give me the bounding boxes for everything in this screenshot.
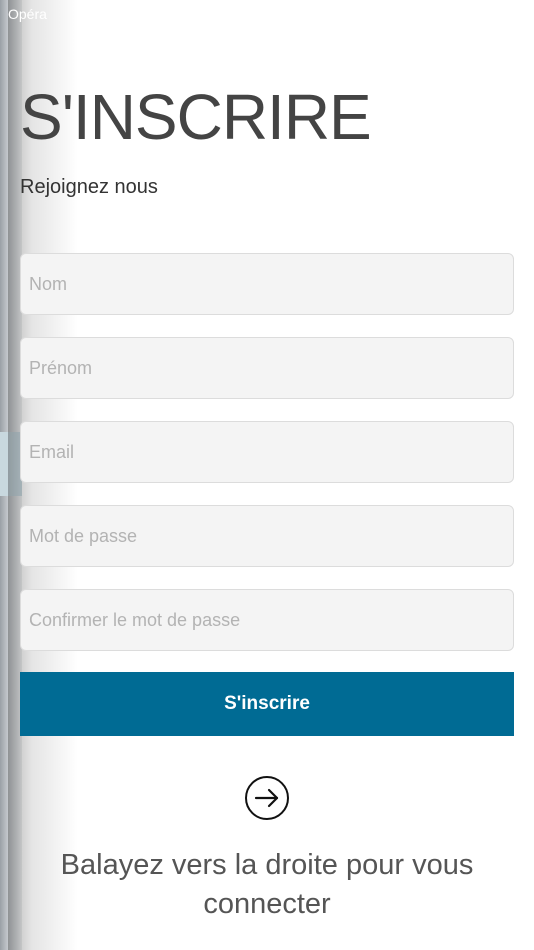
nom-field[interactable] [20,253,514,315]
page-title: S'INSCRIRE [20,81,372,153]
arrow-right-circle-icon[interactable] [245,776,289,820]
password-field[interactable] [20,505,514,567]
confirm-password-field[interactable] [20,589,514,651]
status-bar-carrier: Opéra [8,6,47,22]
page-subtitle: Rejoignez nous [20,176,158,198]
prenom-field[interactable] [20,337,514,399]
signup-button[interactable]: S'inscrire [20,672,514,736]
swipe-hint-text: Balayez vers la droite pour vous connect… [60,849,474,920]
email-field[interactable] [20,421,514,483]
background-page-edge [0,0,22,950]
background-page-block [0,432,22,496]
arrow-right-glyph [254,788,279,808]
